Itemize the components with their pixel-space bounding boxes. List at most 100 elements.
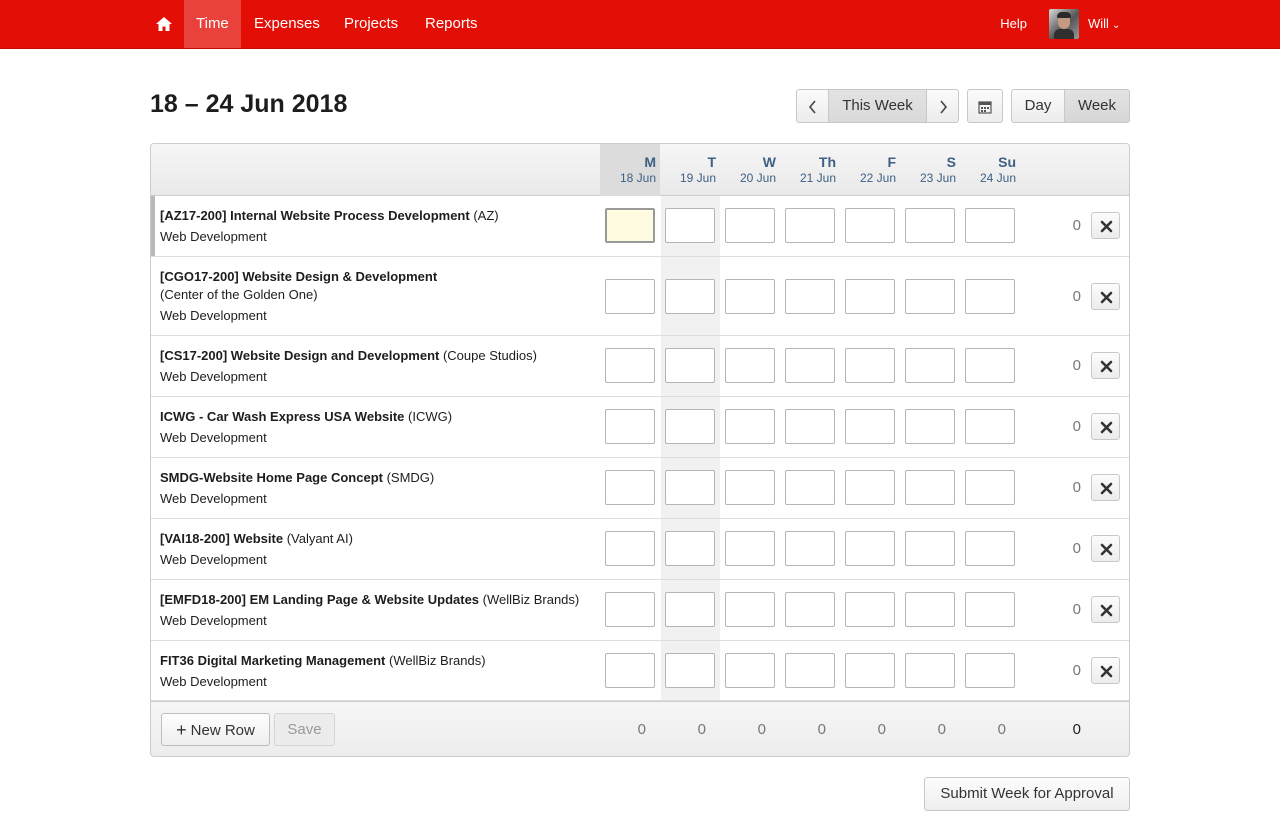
hours-input[interactable] [845,531,895,566]
day-date: 24 Jun [979,171,1016,185]
hours-input[interactable] [785,531,835,566]
project-label: ICWG - Car Wash Express USA Website (ICW… [160,408,452,426]
save-button[interactable]: Save [274,713,335,746]
hours-input[interactable] [665,409,715,444]
submit-week-button[interactable]: Submit Week for Approval [924,777,1130,811]
hours-input[interactable] [665,348,715,383]
hours-input[interactable] [905,348,955,383]
project-name: ICWG - Car Wash Express USA Website [160,409,405,424]
hours-input[interactable] [725,470,775,505]
delete-row-button[interactable] [1091,352,1120,379]
next-week-button[interactable] [926,89,959,123]
day-view-button[interactable]: Day [1011,89,1065,123]
hours-input[interactable] [725,592,775,627]
delete-row-button[interactable] [1091,474,1120,501]
hours-input[interactable] [665,653,715,688]
delete-row-button[interactable] [1091,283,1120,310]
this-week-button[interactable]: This Week [828,89,927,123]
hours-input[interactable] [665,592,715,627]
delete-row-button[interactable] [1091,413,1120,440]
hours-input[interactable] [965,348,1015,383]
hours-input[interactable] [785,470,835,505]
delete-row-button[interactable] [1091,535,1120,562]
task-name: Web Development [160,308,267,323]
row-total: 0 [1072,540,1081,557]
hours-input[interactable] [785,208,835,243]
calendar-button[interactable] [967,89,1003,123]
hours-input[interactable] [785,592,835,627]
hours-input[interactable] [605,470,655,505]
project-label: [VAI18-200] Website (Valyant AI) [160,530,353,548]
hours-input[interactable] [665,470,715,505]
hours-input[interactable] [605,348,655,383]
hours-input[interactable] [725,409,775,444]
delete-row-button[interactable] [1091,596,1120,623]
user-menu[interactable]: Will ⌄ [1088,0,1120,50]
hours-input[interactable] [965,531,1015,566]
hours-input[interactable] [905,208,955,243]
help-link[interactable]: Help [1000,0,1027,48]
hours-input[interactable] [725,531,775,566]
day-date: 21 Jun [799,171,836,185]
hours-input[interactable] [845,208,895,243]
hours-input[interactable] [905,653,955,688]
client-name: (Valyant AI) [286,531,353,546]
hours-input[interactable] [845,409,895,444]
hours-input[interactable] [725,208,775,243]
previous-week-button[interactable] [796,89,829,123]
new-row-button[interactable]: + New Row [161,713,270,746]
hours-input[interactable] [905,470,955,505]
hours-input[interactable] [845,592,895,627]
task-name: Web Development [160,229,267,244]
hours-input[interactable] [845,279,895,314]
hours-input[interactable] [725,348,775,383]
client-name: (SMDG) [386,470,435,485]
hours-input[interactable] [785,348,835,383]
hours-input[interactable] [905,279,955,314]
hours-input[interactable] [605,653,655,688]
hours-input[interactable] [965,409,1015,444]
hours-input[interactable] [605,279,655,314]
nav-time[interactable]: Time [184,0,241,48]
client-name: (Center of the Golden One) [160,287,318,302]
timesheet-row: [CGO17-200] Website Design & Development… [151,257,1129,336]
hours-input[interactable] [665,531,715,566]
day-abbr: Th [818,154,836,170]
avatar[interactable] [1049,9,1079,39]
hours-input[interactable] [965,208,1015,243]
hours-input[interactable] [725,653,775,688]
hours-input[interactable] [965,470,1015,505]
nav-expenses[interactable]: Expenses [242,0,332,48]
hours-input[interactable] [665,208,715,243]
delete-row-button[interactable] [1091,657,1120,684]
hours-input[interactable] [605,531,655,566]
hours-input[interactable] [905,531,955,566]
page-title: 18 – 24 Jun 2018 [150,90,348,118]
hours-input[interactable] [845,348,895,383]
hours-input[interactable] [965,279,1015,314]
hours-input[interactable] [605,208,655,243]
nav-projects[interactable]: Projects [332,0,410,48]
hours-input[interactable] [725,279,775,314]
client-name: (Coupe Studios) [442,348,537,363]
hours-input[interactable] [965,653,1015,688]
hours-input[interactable] [785,409,835,444]
hours-input[interactable] [785,653,835,688]
hours-input[interactable] [965,592,1015,627]
home-icon[interactable] [154,14,174,34]
hours-input[interactable] [605,409,655,444]
hours-input[interactable] [845,470,895,505]
project-name: [CS17-200] Website Design and Developmen… [160,348,440,363]
week-view-button[interactable]: Week [1064,89,1130,123]
hours-input[interactable] [605,592,655,627]
day-abbr: F [887,154,896,170]
task-name: Web Development [160,674,267,689]
nav-reports[interactable]: Reports [413,0,490,48]
day-abbr: Su [998,154,1016,170]
hours-input[interactable] [785,279,835,314]
hours-input[interactable] [905,409,955,444]
hours-input[interactable] [845,653,895,688]
delete-row-button[interactable] [1091,212,1120,239]
hours-input[interactable] [905,592,955,627]
hours-input[interactable] [665,279,715,314]
